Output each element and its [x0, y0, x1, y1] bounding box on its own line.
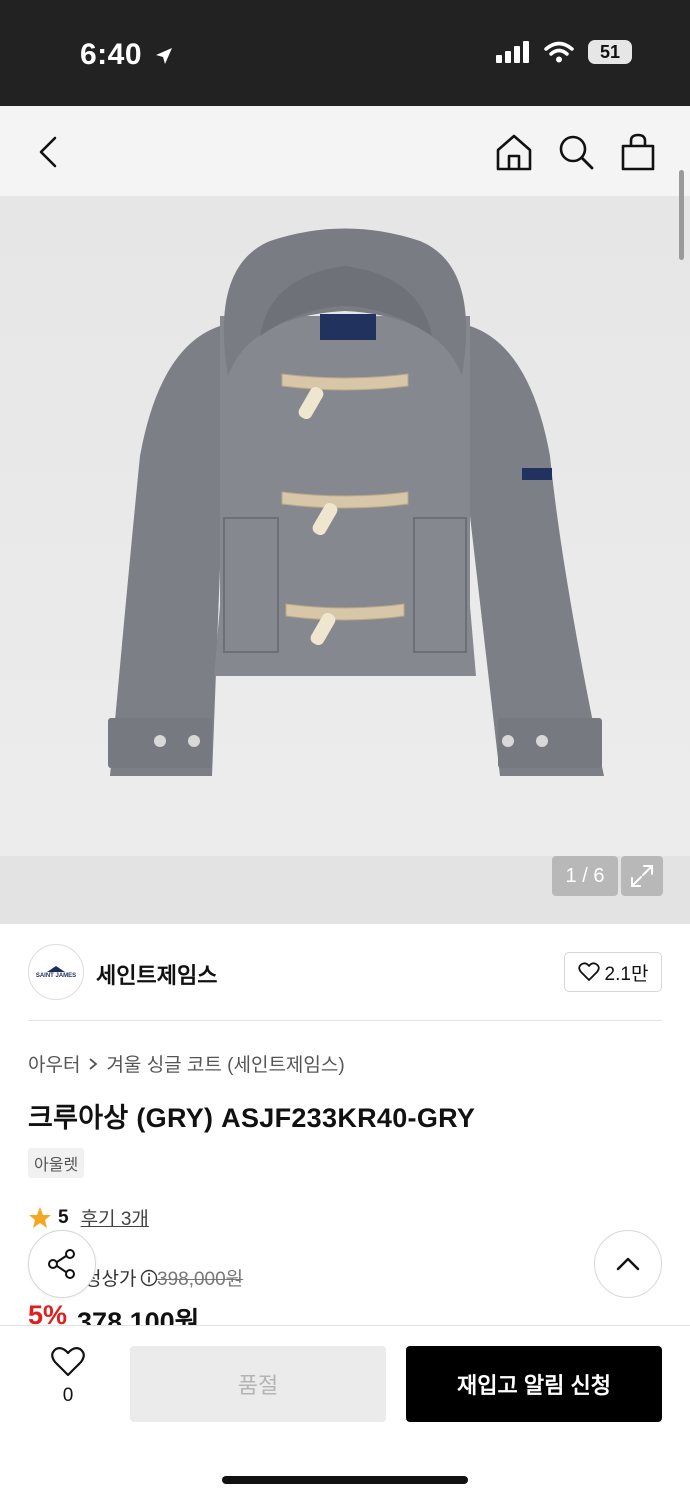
home-icon[interactable] [492, 130, 536, 174]
sale-price-row: 5% 378,100원 [28, 1300, 199, 1326]
brand-like-button[interactable]: 2.1만 [564, 952, 662, 992]
status-bar: 6:40 51 [0, 0, 690, 106]
rating-score: 5 [58, 1206, 69, 1228]
back-icon[interactable] [26, 130, 70, 174]
location-arrow-icon [155, 48, 172, 64]
product-title: 크루아상 (GRY) ASJF233KR40-GRY [28, 1103, 476, 1133]
wishlist-count: 0 [62, 1385, 74, 1406]
sale-price: 378,100원 [77, 1307, 200, 1326]
breadcrumb: 아우터 겨울 싱글 코트 (세인트제임스) [28, 1050, 345, 1077]
bottom-action-bar: 0 품절 재입고 알림 신청 [0, 1325, 690, 1501]
search-icon[interactable] [554, 130, 598, 174]
wifi-icon [544, 41, 574, 63]
brand-logo-mark [47, 966, 65, 972]
brand-like-count: 2.1만 [604, 963, 649, 985]
signal-icon [496, 41, 529, 63]
share-icon [48, 1249, 75, 1279]
scroll-top-button[interactable] [594, 1230, 662, 1298]
battery-indicator: 51 [588, 40, 632, 64]
chevron-right-icon [89, 1057, 98, 1070]
rating: 5 후기 3개 [28, 1204, 149, 1231]
expand-icon [631, 865, 653, 887]
breadcrumb-category[interactable]: 아우터 [28, 1050, 80, 1077]
wishlist-button[interactable]: 0 [40, 1346, 96, 1407]
expand-image-button[interactable] [621, 856, 663, 896]
original-price: 398,000원 [157, 1269, 244, 1290]
heart-icon [51, 1347, 85, 1377]
heart-icon [577, 962, 600, 981]
soldout-button[interactable]: 품절 [130, 1346, 386, 1422]
chevron-up-icon [616, 1257, 640, 1271]
shopping-bag-icon[interactable] [616, 130, 660, 174]
brand-name[interactable]: 세인트제임스 [96, 958, 217, 990]
brand-logo-text: SAINT JAMES [35, 973, 77, 979]
info-icon[interactable] [140, 1269, 158, 1287]
home-indicator [222, 1476, 468, 1484]
divider [28, 1020, 662, 1021]
share-button[interactable] [28, 1230, 96, 1298]
outlet-tag: 아울렛 [28, 1148, 85, 1178]
brand-logo[interactable]: SAINT JAMES [28, 944, 84, 1000]
scrollbar[interactable] [679, 170, 684, 260]
image-page-counter: 1 / 6 [552, 856, 618, 896]
status-indicators: 51 [496, 40, 632, 64]
review-count-link[interactable]: 후기 3개 [81, 1204, 149, 1231]
status-time: 6:40 [80, 38, 173, 72]
star-icon [29, 1206, 51, 1228]
product-image [0, 228, 690, 924]
product-image-gallery[interactable] [0, 196, 690, 924]
nav-bar [0, 106, 690, 196]
breadcrumb-subcategory[interactable]: 겨울 싱글 코트 (세인트제임스) [106, 1050, 344, 1077]
brand-row: SAINT JAMES 세인트제임스 2.1만 [28, 944, 662, 1000]
discount-rate: 5% [28, 1300, 68, 1326]
restock-alert-button[interactable]: 재입고 알림 신청 [406, 1346, 662, 1422]
